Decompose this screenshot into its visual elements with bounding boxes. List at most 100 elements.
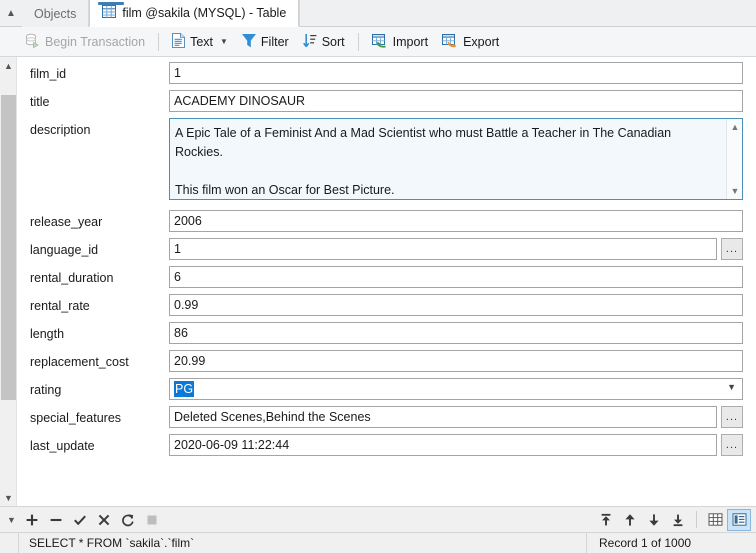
delete-record-button[interactable] bbox=[44, 508, 68, 532]
prev-record-button[interactable] bbox=[618, 508, 642, 532]
field-row-replacement-cost: replacement_cost bbox=[17, 350, 756, 378]
caret-down-icon[interactable]: ▼ bbox=[220, 37, 228, 46]
label-film-id: film_id bbox=[30, 67, 67, 81]
input-language-id[interactable] bbox=[169, 238, 717, 260]
export-button[interactable]: Export bbox=[435, 30, 506, 54]
field-row-rating: rating PG ▼ bbox=[17, 378, 756, 406]
last-record-button[interactable] bbox=[666, 508, 690, 532]
tab-strip-filler bbox=[299, 0, 756, 26]
form-vertical-scrollbar[interactable]: ▲ ▼ bbox=[0, 57, 17, 506]
field-row-rental-duration: rental_duration bbox=[17, 266, 756, 294]
label-length: length bbox=[30, 327, 65, 341]
confirm-edit-button[interactable] bbox=[68, 508, 92, 532]
description-scroll-down-icon[interactable]: ▼ bbox=[727, 183, 743, 199]
tab-film-table[interactable]: film @sakila (MYSQL) - Table bbox=[89, 0, 300, 27]
next-record-button[interactable] bbox=[642, 508, 666, 532]
field-row-language-id: language_id ... bbox=[17, 238, 756, 266]
field-row-length: length bbox=[17, 322, 756, 350]
tab-scroll-up-icon[interactable]: ▲ bbox=[0, 0, 22, 26]
field-row-last-update: last_update ... bbox=[17, 434, 756, 462]
export-button-label: Export bbox=[463, 34, 500, 49]
status-bar: SELECT * FROM `sakila`.`film` Record 1 o… bbox=[0, 532, 756, 553]
label-rental-duration: rental_duration bbox=[30, 271, 114, 285]
import-button-label: Import bbox=[392, 34, 429, 49]
record-navigation-bar: ▼ bbox=[0, 506, 756, 532]
refresh-button[interactable] bbox=[116, 508, 140, 532]
label-title: title bbox=[30, 95, 50, 109]
status-record-counter: Record 1 of 1000 bbox=[586, 532, 756, 553]
status-sql-text: SELECT * FROM `sakila`.`film` bbox=[18, 532, 586, 553]
sort-button[interactable]: Sort bbox=[296, 30, 352, 54]
field-row-title: title bbox=[17, 90, 756, 118]
language-id-ellipsis-button[interactable]: ... bbox=[721, 238, 743, 260]
rating-selected-value: PG bbox=[174, 381, 195, 397]
label-description: description bbox=[30, 123, 91, 137]
label-replacement-cost: replacement_cost bbox=[30, 355, 129, 369]
input-description[interactable]: A Epic Tale of a Feminist And a Mad Scie… bbox=[169, 118, 743, 200]
tab-film-table-label: film @sakila (MYSQL) - Table bbox=[122, 6, 287, 20]
last-update-ellipsis-button[interactable]: ... bbox=[721, 434, 743, 456]
document-icon bbox=[172, 32, 186, 51]
table-toolbar: Begin Transaction Text ▼ Filter Sort Imp… bbox=[0, 27, 756, 57]
chevron-down-icon[interactable]: ▼ bbox=[3, 515, 20, 525]
record-form-panel: ▲ ▼ film_id title description bbox=[0, 57, 756, 506]
toolbar-separator-2 bbox=[357, 32, 359, 51]
cancel-edit-button[interactable] bbox=[92, 508, 116, 532]
tab-objects-label: Objects bbox=[34, 6, 77, 21]
begin-transaction-label: Begin Transaction bbox=[45, 34, 146, 49]
add-record-button[interactable] bbox=[20, 508, 44, 532]
import-button[interactable]: Import bbox=[365, 30, 435, 54]
text-button[interactable]: Text ▼ bbox=[165, 30, 235, 54]
table-import-icon bbox=[371, 33, 388, 51]
label-language-id: language_id bbox=[30, 243, 99, 257]
label-last-update: last_update bbox=[30, 439, 95, 453]
input-special-features[interactable] bbox=[169, 406, 717, 428]
description-scroll-up-icon[interactable]: ▲ bbox=[727, 119, 743, 135]
table-export-icon bbox=[442, 33, 458, 51]
input-length[interactable] bbox=[169, 322, 743, 344]
record-navigation-buttons bbox=[594, 508, 756, 532]
input-rental-rate[interactable] bbox=[169, 294, 743, 316]
input-release-year[interactable] bbox=[169, 210, 743, 232]
database-play-icon bbox=[25, 33, 40, 51]
label-release-year: release_year bbox=[30, 215, 103, 229]
tab-strip: ▲ Objects film @sakila (MYSQL) - Table bbox=[0, 0, 756, 27]
label-rating: rating bbox=[30, 383, 62, 397]
special-features-ellipsis-button[interactable]: ... bbox=[721, 406, 743, 428]
input-rental-duration[interactable] bbox=[169, 266, 743, 288]
input-film-id[interactable] bbox=[169, 62, 743, 84]
scroll-up-icon[interactable]: ▲ bbox=[0, 57, 17, 74]
input-replacement-cost[interactable] bbox=[169, 350, 743, 372]
funnel-icon bbox=[241, 33, 256, 51]
field-row-description: description A Epic Tale of a Feminist An… bbox=[17, 118, 756, 210]
input-rating[interactable]: PG bbox=[169, 378, 743, 400]
grid-view-toggle[interactable] bbox=[703, 509, 727, 531]
filter-button-label: Filter bbox=[260, 34, 289, 49]
toolbar-separator-1 bbox=[158, 32, 160, 51]
record-edit-buttons: ▼ bbox=[0, 508, 164, 532]
field-row-film-id: film_id bbox=[17, 62, 756, 90]
input-title[interactable] bbox=[169, 90, 743, 112]
table-icon bbox=[102, 5, 117, 21]
stop-button[interactable] bbox=[140, 508, 164, 532]
sort-descending-icon bbox=[302, 33, 317, 51]
field-row-special-features: special_features ... bbox=[17, 406, 756, 434]
tab-objects[interactable]: Objects bbox=[22, 0, 90, 27]
navbar-separator bbox=[696, 511, 697, 528]
form-view-toggle[interactable] bbox=[727, 508, 751, 531]
label-rental-rate: rental_rate bbox=[30, 299, 90, 313]
scroll-down-icon[interactable]: ▼ bbox=[0, 489, 17, 506]
first-record-button[interactable] bbox=[594, 508, 618, 532]
text-button-label: Text bbox=[190, 34, 213, 49]
database-table-form-window: ▲ Objects film @sakila (MYSQL) - Table B… bbox=[0, 0, 756, 553]
begin-transaction-button[interactable]: Begin Transaction bbox=[18, 30, 152, 54]
field-row-release-year: release_year bbox=[17, 210, 756, 238]
label-special-features: special_features bbox=[30, 411, 122, 425]
filter-button[interactable]: Filter bbox=[235, 30, 296, 54]
scrollbar-thumb[interactable] bbox=[1, 95, 16, 400]
field-list: film_id title description A Epic Tale of… bbox=[17, 57, 756, 462]
input-last-update[interactable] bbox=[169, 434, 717, 456]
field-row-rental-rate: rental_rate bbox=[17, 294, 756, 322]
sort-button-label: Sort bbox=[321, 34, 345, 49]
description-scrollbar[interactable]: ▲ ▼ bbox=[726, 119, 742, 199]
